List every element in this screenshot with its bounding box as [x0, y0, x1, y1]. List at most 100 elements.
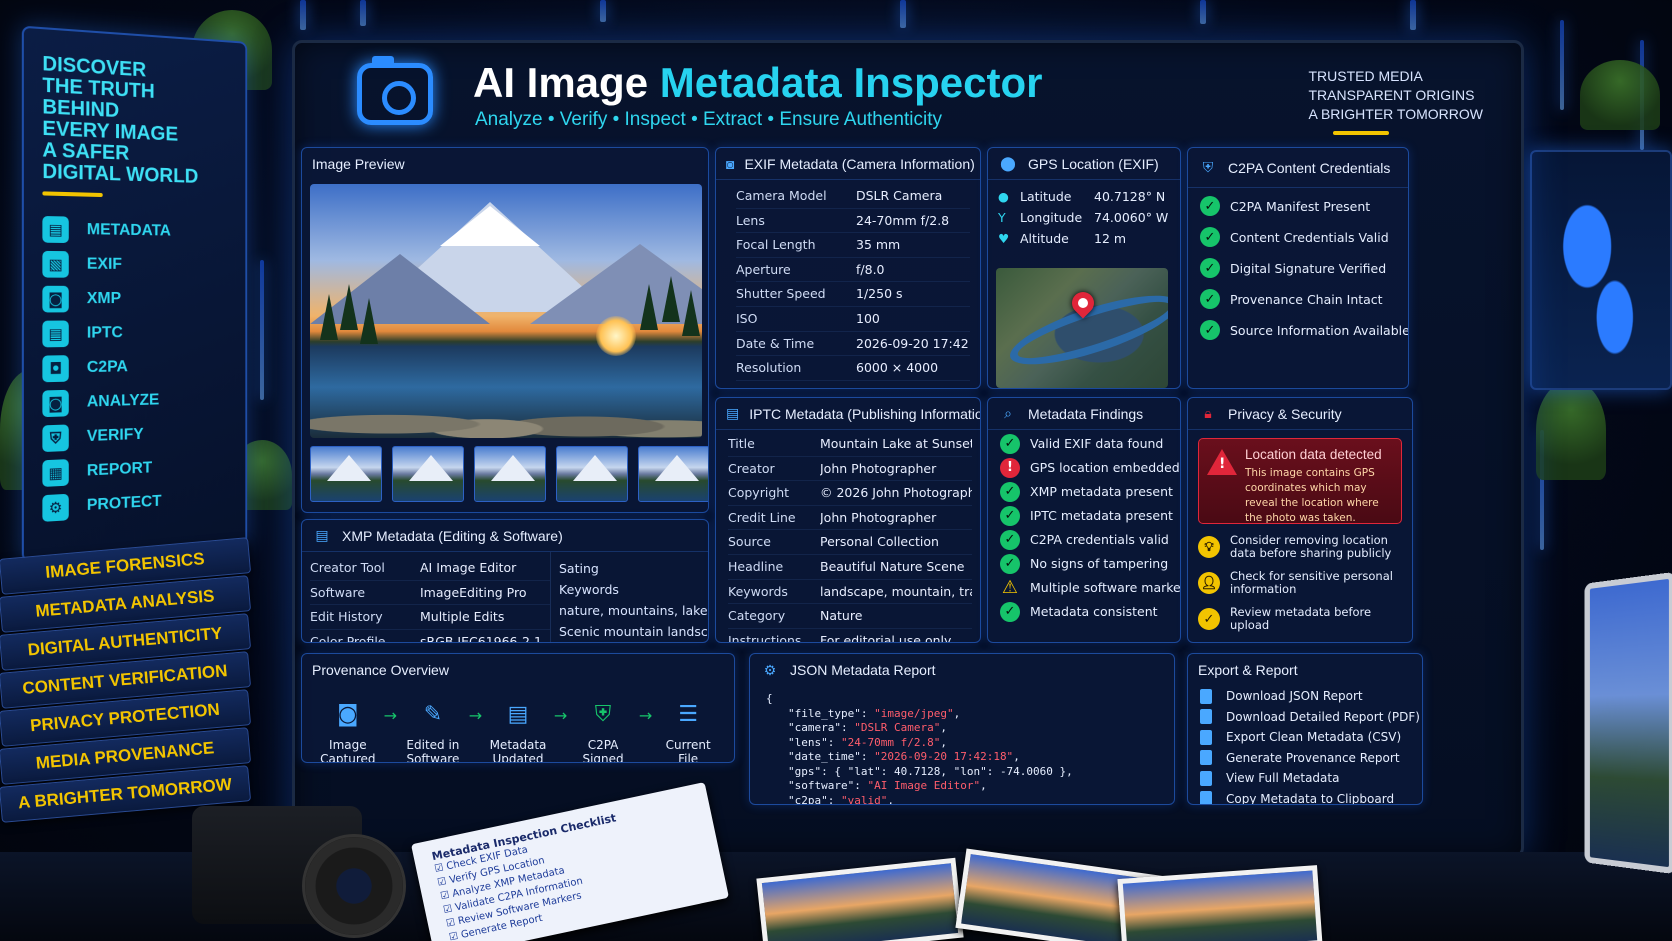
camera-gear-icon: ◘: [42, 355, 69, 383]
finding-label: XMP metadata present: [1030, 484, 1173, 499]
export-action-label: Generate Provenance Report: [1226, 750, 1400, 765]
privacy-tip: 👤︎ Check for sensitive personal informati…: [1198, 570, 1402, 596]
document-icon: ▤: [726, 405, 740, 421]
c2pa-list: ✓ C2PA Manifest Present ✓ Content Credentia…: [1188, 188, 1408, 348]
sun: [596, 316, 636, 356]
export-panel: Export & Report Download JSON Report Down…: [1187, 653, 1423, 805]
gps-map[interactable]: [996, 268, 1168, 388]
thumbnail[interactable]: [392, 446, 464, 502]
json-line: "camera": "DSLR Camera",: [780, 721, 1162, 736]
thumbnail[interactable]: [310, 446, 382, 502]
export-action[interactable]: Generate Provenance Report: [1188, 748, 1422, 769]
export-action[interactable]: Download Detailed Report (PDF): [1188, 707, 1422, 728]
finding-label: GPS location embedded: [1030, 460, 1180, 475]
poster-menu-item-metadata[interactable]: ▤ METADATA: [42, 212, 228, 249]
field-label: Instructions: [728, 629, 820, 642]
export-action[interactable]: Export Clean Metadata (CSV): [1188, 727, 1422, 748]
export-action[interactable]: View Full Metadata: [1188, 768, 1422, 789]
json-line: "c2pa": "valid",: [780, 793, 1162, 805]
preview-image[interactable]: [310, 184, 702, 438]
app-title: AI Image Metadata Inspector: [473, 59, 1043, 107]
json-key: "camera": [788, 721, 841, 734]
document-icon: [1200, 709, 1212, 725]
field-value: 100: [856, 307, 970, 332]
app-title-main: AI Image: [473, 59, 660, 106]
document-icon: [1200, 729, 1212, 745]
poster-menu-label: C2PA: [86, 358, 128, 377]
document-icon: ▤: [42, 320, 69, 348]
main-monitor: AI Image Metadata Inspector Analyze • Ve…: [292, 40, 1524, 858]
field-label: Copyright: [728, 481, 820, 506]
json-line: "date_time": "2026-09-20 17:42:18",: [780, 750, 1162, 765]
poster-menu-item-iptc[interactable]: ▤ IPTC: [42, 315, 228, 351]
xmp-extra-item: Sating: [559, 561, 599, 576]
c2pa-check-item: ✓ C2PA Manifest Present: [1200, 196, 1396, 216]
gps-row: Y Longitude 74.0060° W: [998, 207, 1172, 228]
gps-label: Latitude: [1020, 189, 1072, 204]
field-label: Credit Line: [728, 506, 820, 531]
provenance-step-label: Edited in Software: [406, 738, 460, 763]
poster-menu-item-xmp[interactable]: ◙ XMP: [42, 282, 228, 317]
provenance-step: ⛨ C2PA Signed: [567, 694, 639, 763]
image-preview-header: Image Preview: [302, 148, 708, 180]
field-value: 24-70mm f/2.8: [856, 209, 970, 234]
altitude-icon: ♥: [998, 231, 1010, 246]
warning-icon: [1207, 449, 1237, 475]
field-value: landscape, mountain, travel: [820, 580, 972, 605]
c2pa-check-item: ✓ Digital Signature Verified: [1200, 258, 1396, 278]
warning-icon: ⚠: [1001, 577, 1019, 598]
iptc-header: ▤ IPTC Metadata (Publishing Information): [716, 398, 980, 430]
document-icon: ▤: [42, 215, 69, 244]
xmp-panel: ▤ XMP Metadata (Editing & Software) Creat…: [301, 519, 709, 643]
field-label: Creator: [728, 457, 820, 482]
field-value: John Photographer: [820, 506, 972, 531]
field-value: Personal Collection: [820, 530, 972, 555]
poster-menu-item-c2pa[interactable]: ◘ C2PA: [42, 349, 228, 387]
thumbnail[interactable]: [556, 446, 628, 502]
export-action-label: Download Detailed Report (PDF): [1226, 709, 1420, 724]
json-colon: :: [827, 793, 841, 805]
privacy-tip: ✓ Review metadata before upload: [1198, 606, 1402, 632]
poster-menu-item-exif[interactable]: ▧ EXIF: [42, 247, 228, 283]
export-action-label: View Full Metadata: [1226, 771, 1340, 786]
gps-label: Altitude: [1020, 231, 1069, 246]
gps-header: ⬤ GPS Location (EXIF): [988, 148, 1180, 180]
privacy-tip-label: Review metadata before upload: [1230, 605, 1372, 632]
arrow-icon: →: [553, 706, 568, 725]
exif-panel: ◙ EXIF Metadata (Camera Information) Came…: [715, 147, 981, 389]
app-subtitle: Analyze • Verify • Inspect • Extract • E…: [475, 109, 942, 130]
check-icon: ✓: [1000, 505, 1020, 526]
json-key: "c2pa": [788, 793, 828, 805]
provenance-step: ✎ Edited in Software: [397, 694, 469, 763]
latitude-icon: ●: [998, 189, 1009, 204]
gear-shield-icon: ⚙: [42, 493, 69, 522]
json-code[interactable]: {"file_type": "image/jpeg", "camera": "DS…: [750, 686, 1174, 805]
thumbnail[interactable]: [638, 446, 708, 502]
check-icon: ✓: [1200, 196, 1220, 216]
xmp-extra-item: Keywords: [559, 582, 619, 597]
finding-item: ✓ No signs of tampering: [1000, 553, 1172, 574]
thumbnail[interactable]: [474, 446, 546, 502]
shield-check-icon: ⛨: [594, 701, 612, 727]
field-value: DSLR Camera: [856, 184, 970, 209]
json-key: "file_type": [788, 706, 861, 720]
json-value: "image/jpeg": [874, 706, 954, 720]
privacy-tip-label: Consider removing location data before s…: [1230, 533, 1392, 560]
finding-label: Multiple software markers: [1030, 580, 1181, 595]
export-action[interactable]: Download JSON Report: [1188, 686, 1422, 707]
tagline: TRUSTED MEDIA TRANSPARENT ORIGINS A BRIG…: [1308, 68, 1484, 122]
field-label: Focal Length: [736, 233, 856, 258]
findings-list: ✓ Valid EXIF data found! GPS location embe…: [988, 430, 1181, 622]
location-pin-icon: ⬤: [1000, 155, 1016, 171]
json-colon: :: [860, 750, 875, 763]
field-label: Creator Tool: [310, 556, 420, 581]
search-icon: ⌕: [1004, 405, 1012, 421]
check-icon: ✓: [1000, 529, 1020, 550]
gps-row: ● Latitude 40.7128° N: [998, 186, 1172, 207]
camera-lens: [302, 834, 406, 938]
privacy-tip: 💡︎ Consider removing location data before…: [1198, 534, 1402, 560]
json-value: "DSLR Camera": [854, 721, 941, 734]
c2pa-check-item: ✓ Content Credentials Valid: [1200, 227, 1396, 247]
export-action[interactable]: Copy Metadata to Clipboard: [1188, 789, 1422, 804]
field-label: Software: [310, 581, 420, 606]
